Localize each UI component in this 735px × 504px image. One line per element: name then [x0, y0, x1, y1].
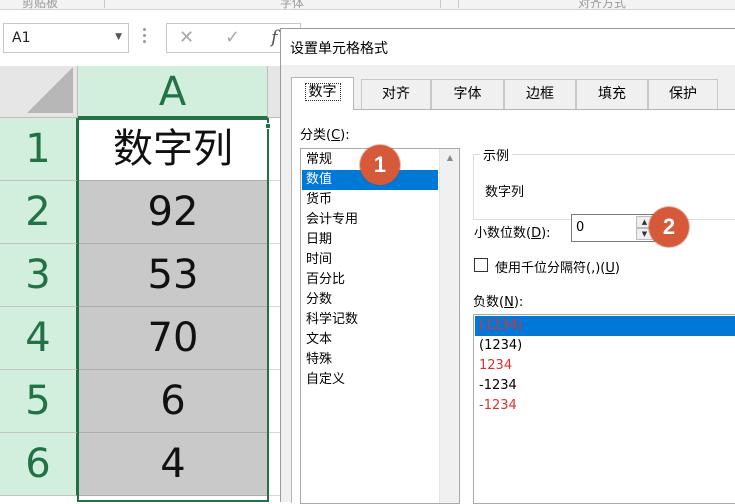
row-header[interactable]: 5	[0, 370, 78, 433]
category-item-special[interactable]: 特殊	[302, 350, 438, 370]
ribbon-group-alignment: 对齐方式	[578, 0, 627, 10]
ribbon-separator	[458, 0, 459, 8]
negative-numbers-label: 负数(N):	[473, 295, 524, 310]
ribbon-separator	[104, 0, 105, 8]
chevron-down-icon[interactable]: ▼	[115, 32, 122, 42]
negative-format-item[interactable]: (1234)	[475, 336, 735, 356]
tab-border[interactable]: 边框	[504, 79, 576, 109]
name-box[interactable]: A1 ▼	[3, 23, 129, 53]
tab-number[interactable]: 数字	[291, 77, 354, 110]
decimal-places-value: 0	[576, 220, 585, 235]
formula-bar-grip-icon[interactable]	[143, 28, 147, 48]
ribbon-group-font: 字体	[280, 0, 305, 10]
callout-badge-1: 1	[360, 145, 400, 185]
row-header[interactable]: 4	[0, 307, 78, 370]
category-item-date[interactable]: 日期	[302, 230, 438, 250]
cell-b5[interactable]	[268, 370, 280, 433]
decimal-places-input[interactable]: 0 ▲ ▼	[571, 214, 655, 242]
category-item-scientific[interactable]: 科学记数	[302, 310, 438, 330]
sample-group: 示例 数字列	[473, 145, 735, 220]
number-tab-panel: 分类(C): 常规 数值 货币 会计专用 日期 时间 百分比 分数 科学记数 文…	[291, 109, 735, 504]
row-header[interactable]: 6	[0, 433, 78, 496]
dialog-title: 设置单元格格式	[290, 41, 388, 57]
tab-fill[interactable]: 填充	[576, 79, 648, 109]
category-item-text[interactable]: 文本	[302, 330, 438, 350]
tab-alignment[interactable]: 对齐	[361, 79, 431, 109]
dialog-titlebar[interactable]: 设置单元格格式	[281, 29, 735, 65]
close-icon[interactable]: ✕	[179, 27, 194, 48]
dialog-tabs: 数字 对齐 字体 边框 填充 保护	[281, 77, 735, 110]
cell-b4[interactable]	[268, 307, 280, 370]
select-all-button[interactable]	[0, 66, 78, 118]
category-list[interactable]: 常规 数值 货币 会计专用 日期 时间 百分比 分数 科学记数 文本 特殊 自定…	[300, 148, 460, 504]
worksheet-grid: A 1 数字列 2 92 3 53 4 70 5 6 6 4	[0, 66, 280, 502]
cell-a4[interactable]: 70	[78, 307, 268, 370]
scroll-up-arrow-icon[interactable]: ▲	[440, 149, 460, 167]
category-item-time[interactable]: 时间	[302, 250, 438, 270]
column-header-b[interactable]	[268, 66, 280, 118]
negative-numbers-list[interactable]: (1234) (1234) 1234 -1234 -1234	[473, 314, 735, 504]
cell-b2[interactable]	[268, 181, 280, 244]
cell-a5[interactable]: 6	[78, 370, 268, 433]
cell-a6[interactable]: 4	[78, 433, 268, 496]
select-all-triangle-icon	[27, 67, 73, 113]
category-item-fraction[interactable]: 分数	[302, 290, 438, 310]
thousands-separator-label[interactable]: 使用千位分隔符(,)(U)	[495, 257, 620, 276]
row-header[interactable]: 1	[0, 118, 78, 181]
cell-b3[interactable]	[268, 244, 280, 307]
fx-icon[interactable]: f	[271, 27, 278, 48]
category-item-accounting[interactable]: 会计专用	[302, 210, 438, 230]
check-icon[interactable]: ✓	[225, 27, 240, 48]
negative-format-item[interactable]: -1234	[475, 396, 735, 416]
tab-protection[interactable]: 保护	[648, 79, 718, 109]
cell-b6[interactable]	[268, 433, 280, 496]
category-item-percentage[interactable]: 百分比	[302, 270, 438, 290]
thousands-separator-checkbox[interactable]	[474, 258, 488, 272]
fill-handle[interactable]	[265, 123, 271, 129]
tab-label: 数字	[304, 83, 341, 101]
cell-a2[interactable]: 92	[78, 181, 268, 244]
callout-badge-2: 2	[649, 207, 689, 247]
category-item-currency[interactable]: 货币	[302, 190, 438, 210]
negative-format-item[interactable]: -1234	[475, 376, 735, 396]
negative-format-item[interactable]: 1234	[475, 356, 735, 376]
negative-format-item[interactable]: (1234)	[475, 316, 735, 336]
ribbon-strip: 剪贴板 字体 对齐方式	[0, 0, 735, 10]
category-item-custom[interactable]: 自定义	[302, 370, 438, 390]
row-header[interactable]: 2	[0, 181, 78, 244]
name-box-value: A1	[12, 30, 31, 46]
decimal-places-label: 小数位数(D):	[474, 226, 551, 241]
tab-font[interactable]: 字体	[431, 79, 504, 109]
ribbon-separator	[440, 0, 441, 8]
column-header-a[interactable]: A	[78, 66, 268, 118]
row-header[interactable]: 3	[0, 244, 78, 307]
cell-a3[interactable]: 53	[78, 244, 268, 307]
category-scrollbar[interactable]: ▲	[439, 149, 459, 503]
format-cells-dialog: 设置单元格格式 数字 对齐 字体 边框 填充 保护 分类(C): 常规 数值 货…	[280, 28, 735, 504]
ribbon-group-clipboard: 剪贴板	[22, 0, 59, 10]
sample-label: 示例	[480, 145, 513, 164]
category-label: 分类(C):	[300, 128, 350, 143]
cell-a1[interactable]: 数字列	[78, 118, 268, 181]
sample-value: 数字列	[485, 185, 525, 200]
